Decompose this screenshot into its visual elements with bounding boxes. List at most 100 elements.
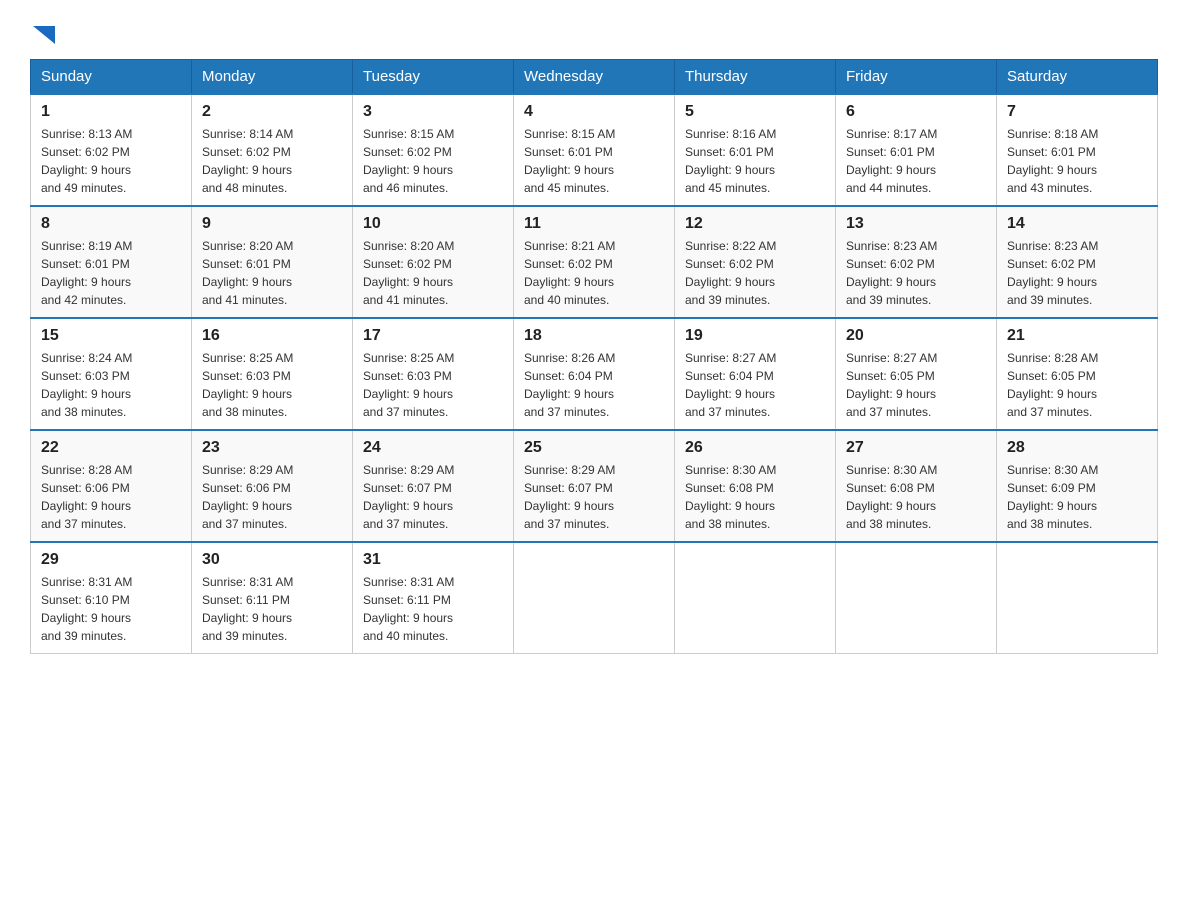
calendar-cell xyxy=(514,542,675,654)
calendar-cell: 27 Sunrise: 8:30 AMSunset: 6:08 PMDayligh… xyxy=(836,430,997,542)
day-info: Sunrise: 8:20 AMSunset: 6:02 PMDaylight:… xyxy=(363,237,503,309)
calendar-cell: 16Sunrise: 8:25 AMSunset: 6:03 PMDayligh… xyxy=(192,318,353,430)
day-info: Sunrise: 8:20 AMSunset: 6:01 PMDaylight:… xyxy=(202,237,342,309)
calendar-table: SundayMondayTuesdayWednesdayThursdayFrid… xyxy=(30,59,1158,654)
calendar-cell: 31 Sunrise: 8:31 AMSunset: 6:11 PMDayligh… xyxy=(353,542,514,654)
calendar-cell: 9Sunrise: 8:20 AMSunset: 6:01 PMDaylight… xyxy=(192,206,353,318)
day-number: 30 xyxy=(202,551,342,569)
day-info: Sunrise: 8:30 AMSunset: 6:09 PMDaylight:… xyxy=(1007,461,1147,533)
calendar-cell: 14 Sunrise: 8:23 AMSunset: 6:02 PMDayligh… xyxy=(997,206,1158,318)
header-wednesday: Wednesday xyxy=(514,60,675,95)
day-number: 11 xyxy=(524,215,664,233)
day-info: Sunrise: 8:27 AMSunset: 6:05 PMDaylight:… xyxy=(846,349,986,421)
calendar-cell: 15 Sunrise: 8:24 AMSunset: 6:03 PMDayligh… xyxy=(31,318,192,430)
calendar-cell: 5 Sunrise: 8:16 AMSunset: 6:01 PMDaylight… xyxy=(675,94,836,206)
day-number: 2 xyxy=(202,103,342,121)
week-row-3: 15 Sunrise: 8:24 AMSunset: 6:03 PMDayligh… xyxy=(31,318,1158,430)
calendar-cell: 13 Sunrise: 8:23 AMSunset: 6:02 PMDayligh… xyxy=(836,206,997,318)
calendar-cell: 21 Sunrise: 8:28 AMSunset: 6:05 PMDayligh… xyxy=(997,318,1158,430)
week-row-1: 1 Sunrise: 8:13 AMSunset: 6:02 PMDaylight… xyxy=(31,94,1158,206)
day-number: 1 xyxy=(41,103,181,121)
calendar-cell: 26 Sunrise: 8:30 AMSunset: 6:08 PMDayligh… xyxy=(675,430,836,542)
day-info: Sunrise: 8:13 AMSunset: 6:02 PMDaylight:… xyxy=(41,125,181,197)
day-info: Sunrise: 8:24 AMSunset: 6:03 PMDaylight:… xyxy=(41,349,181,421)
day-number: 10 xyxy=(363,215,503,233)
logo-triangle-icon xyxy=(33,26,55,44)
day-info: Sunrise: 8:31 AMSunset: 6:11 PMDaylight:… xyxy=(363,573,503,645)
calendar-cell: 2 Sunrise: 8:14 AMSunset: 6:02 PMDaylight… xyxy=(192,94,353,206)
week-row-4: 22Sunrise: 8:28 AMSunset: 6:06 PMDayligh… xyxy=(31,430,1158,542)
day-info: Sunrise: 8:15 AMSunset: 6:01 PMDaylight:… xyxy=(524,125,664,197)
day-number: 6 xyxy=(846,103,986,121)
day-info: Sunrise: 8:14 AMSunset: 6:02 PMDaylight:… xyxy=(202,125,342,197)
day-info: Sunrise: 8:29 AMSunset: 6:07 PMDaylight:… xyxy=(363,461,503,533)
day-number: 29 xyxy=(41,551,181,569)
day-number: 20 xyxy=(846,327,986,345)
day-number: 15 xyxy=(41,327,181,345)
day-number: 5 xyxy=(685,103,825,121)
calendar-cell xyxy=(836,542,997,654)
day-info: Sunrise: 8:29 AMSunset: 6:06 PMDaylight:… xyxy=(202,461,342,533)
day-info: Sunrise: 8:22 AMSunset: 6:02 PMDaylight:… xyxy=(685,237,825,309)
day-number: 8 xyxy=(41,215,181,233)
header xyxy=(30,20,1158,41)
day-number: 12 xyxy=(685,215,825,233)
header-saturday: Saturday xyxy=(997,60,1158,95)
calendar-header-row: SundayMondayTuesdayWednesdayThursdayFrid… xyxy=(31,60,1158,95)
day-info: Sunrise: 8:31 AMSunset: 6:11 PMDaylight:… xyxy=(202,573,342,645)
day-number: 3 xyxy=(363,103,503,121)
header-sunday: Sunday xyxy=(31,60,192,95)
header-monday: Monday xyxy=(192,60,353,95)
calendar-cell: 6 Sunrise: 8:17 AMSunset: 6:01 PMDaylight… xyxy=(836,94,997,206)
day-number: 14 xyxy=(1007,215,1147,233)
day-number: 28 xyxy=(1007,439,1147,457)
week-row-5: 29 Sunrise: 8:31 AMSunset: 6:10 PMDayligh… xyxy=(31,542,1158,654)
day-info: Sunrise: 8:23 AMSunset: 6:02 PMDaylight:… xyxy=(846,237,986,309)
calendar-cell: 8 Sunrise: 8:19 AMSunset: 6:01 PMDaylight… xyxy=(31,206,192,318)
day-info: Sunrise: 8:30 AMSunset: 6:08 PMDaylight:… xyxy=(846,461,986,533)
day-info: Sunrise: 8:30 AMSunset: 6:08 PMDaylight:… xyxy=(685,461,825,533)
calendar-cell: 17Sunrise: 8:25 AMSunset: 6:03 PMDayligh… xyxy=(353,318,514,430)
day-info: Sunrise: 8:31 AMSunset: 6:10 PMDaylight:… xyxy=(41,573,181,645)
day-info: Sunrise: 8:16 AMSunset: 6:01 PMDaylight:… xyxy=(685,125,825,197)
day-number: 25 xyxy=(524,439,664,457)
day-number: 19 xyxy=(685,327,825,345)
day-info: Sunrise: 8:17 AMSunset: 6:01 PMDaylight:… xyxy=(846,125,986,197)
day-info: Sunrise: 8:15 AMSunset: 6:02 PMDaylight:… xyxy=(363,125,503,197)
day-number: 21 xyxy=(1007,327,1147,345)
day-number: 24 xyxy=(363,439,503,457)
calendar-cell: 7 Sunrise: 8:18 AMSunset: 6:01 PMDaylight… xyxy=(997,94,1158,206)
day-info: Sunrise: 8:28 AMSunset: 6:05 PMDaylight:… xyxy=(1007,349,1147,421)
calendar-cell: 25Sunrise: 8:29 AMSunset: 6:07 PMDayligh… xyxy=(514,430,675,542)
day-number: 27 xyxy=(846,439,986,457)
calendar-cell: 29 Sunrise: 8:31 AMSunset: 6:10 PMDayligh… xyxy=(31,542,192,654)
calendar-cell: 1 Sunrise: 8:13 AMSunset: 6:02 PMDaylight… xyxy=(31,94,192,206)
day-number: 7 xyxy=(1007,103,1147,121)
day-info: Sunrise: 8:23 AMSunset: 6:02 PMDaylight:… xyxy=(1007,237,1147,309)
day-number: 13 xyxy=(846,215,986,233)
calendar-cell: 19 Sunrise: 8:27 AMSunset: 6:04 PMDayligh… xyxy=(675,318,836,430)
calendar-cell: 28 Sunrise: 8:30 AMSunset: 6:09 PMDayligh… xyxy=(997,430,1158,542)
calendar-cell: 20 Sunrise: 8:27 AMSunset: 6:05 PMDayligh… xyxy=(836,318,997,430)
calendar-cell: 12 Sunrise: 8:22 AMSunset: 6:02 PMDayligh… xyxy=(675,206,836,318)
header-tuesday: Tuesday xyxy=(353,60,514,95)
header-thursday: Thursday xyxy=(675,60,836,95)
day-number: 23 xyxy=(202,439,342,457)
week-row-2: 8 Sunrise: 8:19 AMSunset: 6:01 PMDaylight… xyxy=(31,206,1158,318)
day-info: Sunrise: 8:19 AMSunset: 6:01 PMDaylight:… xyxy=(41,237,181,309)
day-number: 26 xyxy=(685,439,825,457)
calendar-cell: 24 Sunrise: 8:29 AMSunset: 6:07 PMDayligh… xyxy=(353,430,514,542)
day-number: 22 xyxy=(41,439,181,457)
day-number: 31 xyxy=(363,551,503,569)
calendar-cell xyxy=(675,542,836,654)
day-info: Sunrise: 8:18 AMSunset: 6:01 PMDaylight:… xyxy=(1007,125,1147,197)
day-number: 4 xyxy=(524,103,664,121)
day-info: Sunrise: 8:27 AMSunset: 6:04 PMDaylight:… xyxy=(685,349,825,421)
calendar-cell: 18Sunrise: 8:26 AMSunset: 6:04 PMDayligh… xyxy=(514,318,675,430)
calendar-cell: 3 Sunrise: 8:15 AMSunset: 6:02 PMDaylight… xyxy=(353,94,514,206)
day-info: Sunrise: 8:21 AMSunset: 6:02 PMDaylight:… xyxy=(524,237,664,309)
calendar-cell: 4 Sunrise: 8:15 AMSunset: 6:01 PMDaylight… xyxy=(514,94,675,206)
day-number: 17 xyxy=(363,327,503,345)
calendar-cell: 23 Sunrise: 8:29 AMSunset: 6:06 PMDayligh… xyxy=(192,430,353,542)
calendar-cell xyxy=(997,542,1158,654)
